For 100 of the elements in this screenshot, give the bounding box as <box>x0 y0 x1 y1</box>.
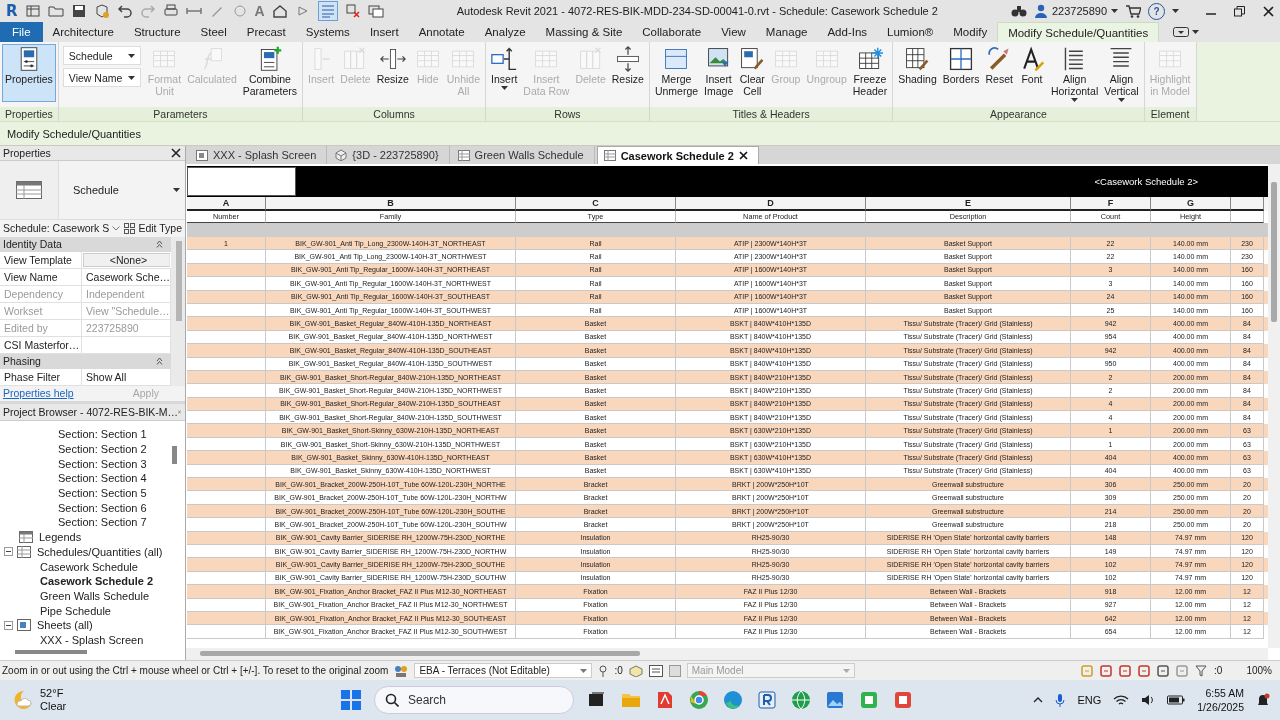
ribbon-tab[interactable]: Lumion® <box>877 22 944 42</box>
bell-icon[interactable] <box>1256 693 1270 707</box>
undo-icon[interactable] <box>116 3 133 19</box>
browser-icon[interactable] <box>722 689 744 711</box>
ribbon-button[interactable]: Shading <box>895 44 940 102</box>
tree-item[interactable]: Casework Schedule <box>38 560 140 573</box>
ribbon-tab[interactable]: Massing & Site <box>535 22 633 42</box>
user-name[interactable]: 223725890 <box>1051 5 1107 17</box>
ribbon-tab[interactable]: Annotate <box>408 22 475 42</box>
speaker-icon[interactable] <box>1141 694 1156 706</box>
restore-icon[interactable] <box>1234 5 1245 17</box>
ribbon-tab[interactable]: Modify Schedule/Quantities <box>997 22 1160 42</box>
worksets-icon[interactable] <box>394 664 409 677</box>
ribbon-button[interactable]: Borders <box>939 44 983 102</box>
ribbon-tab[interactable]: Steel <box>190 22 237 42</box>
ribbon-tab[interactable]: Precast <box>236 22 296 42</box>
cart-icon[interactable] <box>1125 4 1141 18</box>
ribbon-button[interactable]: Align Horizontal <box>1047 44 1102 104</box>
ribbon-tab[interactable]: View <box>711 22 756 42</box>
print-icon[interactable] <box>162 3 179 19</box>
weather-condition[interactable]: Clear <box>40 700 67 713</box>
editable-icon[interactable] <box>598 664 609 677</box>
ribbon-button[interactable]: Merge Unmerge <box>651 44 702 102</box>
save-icon[interactable] <box>70 3 87 19</box>
scrollbar-thumb[interactable] <box>176 240 182 321</box>
file-menu[interactable]: File <box>0 22 43 42</box>
tree-item[interactable]: Section: Section 2 <box>56 443 149 456</box>
instance-dropdown[interactable]: Schedule: Casework S <box>3 222 121 235</box>
column-letter[interactable]: G <box>1151 197 1231 211</box>
ribbon-button[interactable]: Insert <box>488 44 521 102</box>
collapse-icon[interactable] <box>4 620 13 630</box>
tree-item[interactable]: Pipe Schedule <box>38 604 113 617</box>
ribbon-tab[interactable]: Structure <box>123 22 191 42</box>
weather-temperature[interactable]: 52°F <box>40 687 67 700</box>
column-letter[interactable]: F <box>1071 197 1151 211</box>
ribbon-button[interactable]: Insert Image <box>701 44 737 102</box>
ribbon-button[interactable]: Resize <box>373 44 412 102</box>
ribbon-tab[interactable]: Analyze <box>474 22 536 42</box>
app-icon[interactable] <box>756 689 778 711</box>
globe-icon[interactable] <box>790 689 812 711</box>
ribbon-button[interactable]: Clear Cell <box>736 44 769 102</box>
tree-item[interactable]: Section: Section 3 <box>56 457 149 470</box>
scrollbar-thumb[interactable] <box>200 651 640 656</box>
tree-item[interactable]: XXX - Splash Screen <box>38 633 146 646</box>
ribbon-button[interactable]: Combine Parameters <box>239 44 301 102</box>
tree-item[interactable]: Green Walls Schedule <box>38 589 152 602</box>
tree-item[interactable]: Section: Section 4 <box>56 472 149 485</box>
tree-item[interactable]: Sheets (all) <box>35 619 95 632</box>
switch-windows-icon[interactable] <box>367 3 384 19</box>
close-icon[interactable] <box>738 151 748 160</box>
column-letter[interactable]: A <box>187 197 266 211</box>
property-button[interactable]: <None> <box>83 252 170 267</box>
wifi-icon[interactable] <box>1113 694 1130 706</box>
close-icon[interactable] <box>171 147 181 158</box>
ribbon-button[interactable]: Font <box>1015 44 1048 102</box>
panel-toggle-icon[interactable] <box>1173 27 1190 37</box>
column-letter[interactable]: B <box>266 197 516 211</box>
ribbon-tab[interactable]: Collaborate <box>632 22 712 42</box>
text-tool[interactable]: A <box>254 3 265 19</box>
ribbon-tab[interactable]: Architecture <box>42 22 124 42</box>
house-icon[interactable] <box>271 3 288 19</box>
app-icon[interactable] <box>892 689 914 711</box>
tree-item[interactable]: Section: Section 1 <box>56 428 149 441</box>
ribbon-tab[interactable]: Modify <box>943 22 998 42</box>
help-link[interactable]: Properties help <box>3 387 74 400</box>
ribbon-button[interactable]: Align Vertical <box>1101 44 1142 104</box>
search-field[interactable]: Search <box>374 686 574 714</box>
dropdown[interactable]: Schedule <box>62 46 141 65</box>
type-selector[interactable]: Schedule <box>0 160 185 220</box>
ribbon-tab[interactable]: Systems <box>295 22 360 42</box>
design-options-icon[interactable] <box>648 664 663 677</box>
language-indicator[interactable]: ENG <box>1077 694 1102 706</box>
ribbon-tab[interactable]: Insert <box>359 22 409 42</box>
column-letter[interactable]: D <box>676 197 866 211</box>
browser-icon[interactable] <box>688 689 710 711</box>
image-icon[interactable] <box>824 689 846 711</box>
property-value[interactable]: Casework Sche… <box>82 268 171 285</box>
design-option-icon[interactable] <box>668 664 681 677</box>
windows-icon[interactable] <box>340 689 362 711</box>
sync-icon[interactable] <box>93 3 110 19</box>
chevron-up-icon[interactable] <box>1033 697 1044 703</box>
edit-type-button[interactable]: Edit Type <box>124 222 182 235</box>
ribbon-button[interactable]: Reset <box>982 44 1016 102</box>
ribbon-tab[interactable]: Add-Ins <box>817 22 878 42</box>
property-value[interactable]: Show All <box>82 368 171 385</box>
ribbon-button[interactable]: Resize <box>608 44 647 102</box>
app-logo[interactable]: R <box>6 2 18 20</box>
battery-icon[interactable] <box>1167 695 1186 705</box>
app-icon[interactable] <box>858 689 880 711</box>
binoculars-icon[interactable] <box>1010 4 1027 18</box>
microphone-icon[interactable] <box>1055 693 1066 707</box>
column-letter[interactable]: C <box>516 197 676 211</box>
collapse-icon[interactable] <box>4 547 13 557</box>
tree-item[interactable]: Casework Schedule 2 <box>38 575 156 588</box>
tree-item[interactable]: Section: Section 5 <box>56 487 149 500</box>
tree-item[interactable]: Schedules/Quantities (all) <box>35 545 165 558</box>
group-header[interactable]: Identity Data <box>0 236 171 252</box>
tree-item[interactable]: Section: Section 7 <box>56 516 149 529</box>
close-icon[interactable] <box>1263 5 1274 17</box>
filter-icon[interactable] <box>1195 664 1208 677</box>
